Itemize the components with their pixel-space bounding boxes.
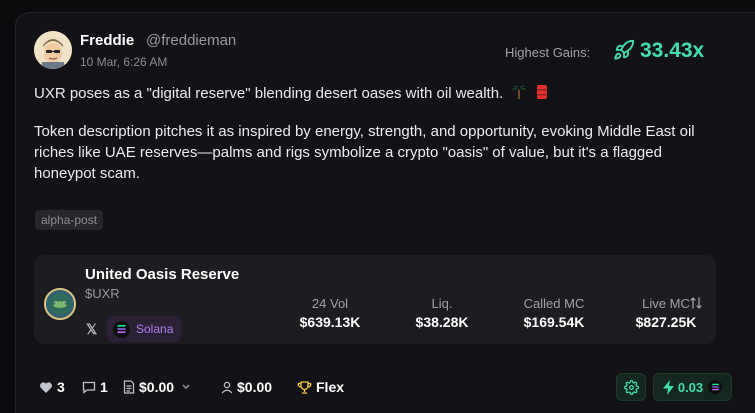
comment-icon [82, 381, 96, 394]
highest-gains-label: Highest Gains: [505, 45, 591, 60]
post-paragraph-1: UXR poses as a "digital reserve" blendin… [34, 84, 504, 102]
flex-button[interactable]: Flex [297, 379, 344, 395]
token-name[interactable]: United Oasis Reserve [85, 266, 239, 283]
token-logo [44, 288, 76, 320]
gear-icon [623, 379, 639, 395]
lightning-icon [662, 379, 674, 395]
avatar[interactable] [34, 31, 72, 69]
palm-tree-icon [511, 84, 527, 104]
post-card: Freddie @freddieman 10 Mar, 6:26 AM High… [15, 12, 755, 413]
comment-button[interactable]: 1 [82, 379, 108, 395]
rocket-icon [614, 39, 635, 60]
oil-barrel-icon [536, 84, 548, 104]
user-icon [221, 381, 233, 393]
boost-button[interactable]: 0.03 [653, 373, 732, 401]
trophy-icon [297, 380, 312, 394]
x-twitter-icon[interactable]: 𝕏 [86, 321, 97, 338]
like-button[interactable]: 3 [39, 379, 65, 395]
post-tag[interactable]: alpha-post [35, 210, 104, 230]
document-icon [123, 380, 135, 394]
stat-value-liquidity: $38.28K [415, 314, 469, 330]
chain-label: Solana [136, 322, 174, 336]
sort-icon[interactable] [689, 296, 703, 310]
settings-button[interactable] [616, 373, 646, 401]
highest-gains-value: 33.43x [640, 39, 705, 62]
token-symbol: $UXR [85, 286, 120, 301]
heart-icon [40, 381, 52, 393]
stat-label-liquidity: Liq. [431, 296, 453, 311]
boost-value: 0.03 [677, 379, 704, 395]
author-handle[interactable]: @freddieman [146, 32, 236, 49]
flex-label: Flex [316, 379, 345, 395]
post-paragraph-2: Token description pitches it as inspired… [34, 123, 695, 182]
stat-label-24-vol: 24 Vol [311, 296, 349, 311]
chevron-down-icon [182, 384, 190, 389]
post-text-line1: UXR poses as a "digital reserve" blendin… [34, 84, 548, 104]
tip-dropdown[interactable]: $0.00 [123, 379, 197, 395]
solana-icon [113, 320, 130, 338]
stat-label-called-mc: Called MC [523, 296, 585, 311]
stat-value-24-vol: $639.13K [299, 314, 361, 330]
user-amount[interactable]: $0.00 [221, 379, 272, 395]
stat-value-live-mc: $827.25K [635, 314, 697, 330]
like-count: 3 [57, 379, 65, 395]
solana-icon [708, 380, 723, 394]
tip-amount: $0.00 [139, 379, 175, 395]
user-amount-value: $0.00 [237, 379, 273, 395]
comment-count: 1 [100, 379, 108, 395]
post-timestamp: 10 Mar, 6:26 AM [80, 55, 168, 69]
author-name[interactable]: Freddie [80, 32, 134, 49]
token-card[interactable]: United Oasis Reserve $UXR 𝕏 Solana 24 Vo… [34, 255, 716, 344]
stat-value-called-mc: $169.54K [523, 314, 585, 330]
chain-badge[interactable]: Solana [107, 316, 182, 342]
